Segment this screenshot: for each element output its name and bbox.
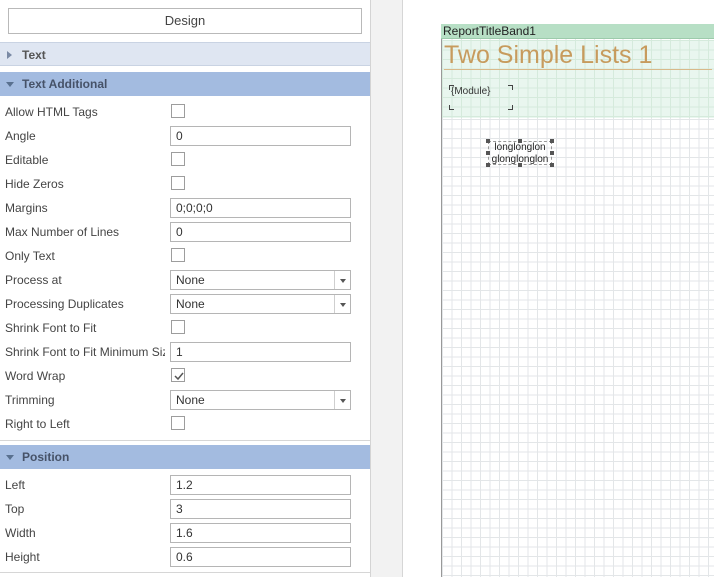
chevron-right-icon bbox=[7, 51, 12, 59]
height-input[interactable]: 0.6 bbox=[170, 547, 351, 567]
editable-checkbox[interactable] bbox=[171, 152, 185, 166]
chevron-down-icon bbox=[6, 455, 14, 460]
prop-row-editable: Editable bbox=[0, 148, 370, 172]
right-to-left-checkbox[interactable] bbox=[171, 416, 185, 430]
prop-row-processing-duplicates: Processing Duplicates None bbox=[0, 292, 370, 316]
prop-label: Angle bbox=[5, 129, 36, 143]
processing-duplicates-select[interactable]: None bbox=[170, 294, 351, 314]
prop-label: Shrink Font to Fit Minimum Size bbox=[5, 345, 165, 359]
process-at-select[interactable]: None bbox=[170, 270, 351, 290]
hide-zeros-checkbox[interactable] bbox=[171, 176, 185, 190]
selected-text-component[interactable]: longlonglon glonglonglon bbox=[488, 141, 552, 165]
prop-row-only-text: Only Text bbox=[0, 244, 370, 268]
prop-row-margins: Margins 0;0;0;0 bbox=[0, 196, 370, 220]
section-text-additional-label: Text Additional bbox=[22, 77, 108, 91]
section-divider bbox=[0, 440, 370, 441]
prop-row-trimming: Trimming None bbox=[0, 388, 370, 412]
prop-label: Max Number of Lines bbox=[5, 225, 120, 239]
prop-label: Hide Zeros bbox=[5, 177, 64, 191]
section-position-label: Position bbox=[22, 450, 70, 464]
prop-label: Process at bbox=[5, 273, 62, 287]
resize-handle[interactable] bbox=[550, 139, 554, 143]
word-wrap-checkbox[interactable] bbox=[171, 368, 185, 382]
prop-row-process-at: Process at None bbox=[0, 268, 370, 292]
dropdown-arrow-icon[interactable] bbox=[334, 295, 350, 313]
module-text-component[interactable]: {Module} bbox=[449, 85, 513, 110]
section-text-header[interactable]: Text bbox=[0, 42, 370, 66]
design-button[interactable]: Design bbox=[8, 8, 362, 34]
report-title-text[interactable]: Two Simple Lists 1 bbox=[444, 40, 712, 70]
resize-handle[interactable] bbox=[486, 139, 490, 143]
angle-input[interactable]: 0 bbox=[170, 126, 351, 146]
prop-row-shrink-font: Shrink Font to Fit bbox=[0, 316, 370, 340]
select-value: None bbox=[176, 273, 205, 287]
chevron-down-icon bbox=[6, 82, 14, 87]
properties-panel: Design Text Text Additional Allow HTML T… bbox=[0, 0, 370, 577]
shrink-font-checkbox[interactable] bbox=[171, 320, 185, 334]
section-position-header[interactable]: Position bbox=[0, 445, 370, 469]
prop-row-allow-html-tags: Allow HTML Tags bbox=[0, 100, 370, 124]
prop-label: Allow HTML Tags bbox=[5, 105, 98, 119]
top-input[interactable]: 3 bbox=[170, 499, 351, 519]
section-text-label: Text bbox=[22, 48, 46, 62]
prop-row-shrink-font-min: Shrink Font to Fit Minimum Size 1 bbox=[0, 340, 370, 364]
prop-label: Editable bbox=[5, 153, 49, 167]
module-text: {Module} bbox=[451, 86, 491, 97]
prop-label: Width bbox=[5, 526, 36, 540]
select-value: None bbox=[176, 393, 205, 407]
only-text-checkbox[interactable] bbox=[171, 248, 185, 262]
prop-row-top: Top 3 bbox=[0, 497, 370, 521]
prop-row-hide-zeros: Hide Zeros bbox=[0, 172, 370, 196]
checkmark-icon bbox=[174, 372, 184, 381]
prop-label: Trimming bbox=[5, 393, 55, 407]
prop-label: Margins bbox=[5, 201, 48, 215]
margins-input[interactable]: 0;0;0;0 bbox=[170, 198, 351, 218]
trimming-select[interactable]: None bbox=[170, 390, 351, 410]
prop-row-width: Width 1.6 bbox=[0, 521, 370, 545]
selected-text-line: longlonglon bbox=[494, 142, 546, 153]
prop-label: Shrink Font to Fit bbox=[5, 321, 97, 335]
prop-label: Processing Duplicates bbox=[5, 297, 124, 311]
prop-row-height: Height 0.6 bbox=[0, 545, 370, 569]
resize-handle[interactable] bbox=[550, 151, 554, 155]
prop-label: Left bbox=[5, 478, 26, 492]
allow-html-tags-checkbox[interactable] bbox=[171, 104, 185, 118]
resize-handle[interactable] bbox=[518, 139, 522, 143]
left-input[interactable]: 1.2 bbox=[170, 475, 351, 495]
prop-row-left: Left 1.2 bbox=[0, 473, 370, 497]
prop-row-max-lines: Max Number of Lines 0 bbox=[0, 220, 370, 244]
resize-handle[interactable] bbox=[518, 163, 522, 167]
section-text-additional-header[interactable]: Text Additional bbox=[0, 72, 370, 96]
resize-handle[interactable] bbox=[486, 151, 490, 155]
band-header[interactable]: ReportTitleBand1 bbox=[441, 24, 714, 39]
prop-label: Word Wrap bbox=[5, 369, 66, 383]
dropdown-arrow-icon[interactable] bbox=[334, 271, 350, 289]
prop-label: Only Text bbox=[5, 249, 55, 263]
prop-label: Right to Left bbox=[5, 417, 70, 431]
section-divider bbox=[0, 572, 370, 573]
prop-row-angle: Angle 0 bbox=[0, 124, 370, 148]
prop-row-word-wrap: Word Wrap bbox=[0, 364, 370, 388]
max-lines-input[interactable]: 0 bbox=[170, 222, 351, 242]
resize-handle[interactable] bbox=[486, 163, 490, 167]
prop-label: Height bbox=[5, 550, 40, 564]
prop-label: Top bbox=[5, 502, 25, 516]
resize-handle[interactable] bbox=[550, 163, 554, 167]
shrink-font-min-input[interactable]: 1 bbox=[170, 342, 351, 362]
dropdown-arrow-icon[interactable] bbox=[334, 391, 350, 409]
prop-row-right-to-left: Right to Left bbox=[0, 412, 370, 436]
width-input[interactable]: 1.6 bbox=[170, 523, 351, 543]
select-value: None bbox=[176, 297, 205, 311]
